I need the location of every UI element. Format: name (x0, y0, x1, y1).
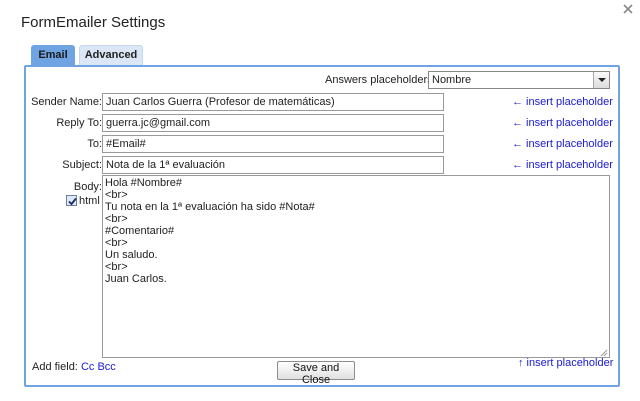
reply-to-label: Reply To: (56, 117, 102, 129)
checkmark-icon (68, 197, 77, 206)
email-settings-panel: Answers placeholders: Nombre Sender Name… (24, 65, 620, 387)
chevron-down-icon[interactable] (593, 72, 609, 88)
to-label: To: (87, 138, 102, 150)
resize-grip-icon[interactable] (600, 348, 608, 357)
body-line: Hola #Nombre# (105, 177, 183, 189)
body-line: <br> (105, 213, 128, 225)
insert-placeholder-reply-to-link[interactable]: ← insert placeholder (512, 117, 613, 129)
subject-input[interactable]: Nota de la 1ª evaluación (102, 156, 444, 174)
html-checkbox-label: html (79, 195, 100, 207)
placeholders-select[interactable]: Nombre (428, 71, 610, 89)
body-line: <br> (105, 237, 128, 249)
html-toggle[interactable]: html (66, 195, 100, 207)
placeholders-selected-value: Nombre (432, 74, 472, 86)
html-checkbox[interactable] (66, 195, 77, 206)
sender-name-input[interactable]: Juan Carlos Guerra (Profesor de matemáti… (102, 93, 444, 111)
body-line: Juan Carlos. (105, 273, 167, 285)
body-label: Body: (73, 181, 102, 193)
body-textarea[interactable]: Hola #Nombre# <br> Tu nota en la 1ª evalua… (102, 175, 610, 358)
dialog-title: FormEmailer Settings (21, 14, 166, 31)
insert-placeholder-to-link[interactable]: ← insert placeholder (512, 138, 613, 150)
close-icon[interactable] (621, 2, 635, 16)
sender-name-label: Sender Name: (31, 96, 102, 108)
to-input[interactable]: #Email# (102, 135, 444, 153)
add-field-row: Add field: Cc Bcc (32, 361, 116, 373)
insert-placeholder-body-link[interactable]: ↑ insert placeholder (518, 357, 613, 369)
subject-label: Subject: (62, 159, 102, 171)
save-and-close-button[interactable]: Save and Close (277, 361, 355, 386)
add-field-label: Add field: (32, 361, 78, 373)
body-line: Tu nota en la 1ª evaluación ha sido #Not… (105, 201, 315, 213)
insert-placeholder-sender-name-link[interactable]: ← insert placeholder (512, 96, 613, 108)
tab-advanced[interactable]: Advanced (79, 45, 143, 66)
add-bcc-link[interactable]: Bcc (97, 361, 115, 373)
placeholders-label: Answers placeholders: (325, 74, 436, 86)
body-line: Un saludo. (105, 249, 158, 261)
body-line: <br> (105, 261, 128, 273)
body-line: #Comentario# (105, 225, 175, 237)
reply-to-input[interactable]: guerra.jc@gmail.com (102, 114, 444, 132)
body-line: <br> (105, 189, 128, 201)
insert-placeholder-subject-link[interactable]: ← insert placeholder (512, 159, 613, 171)
tab-email[interactable]: Email (31, 45, 75, 66)
add-cc-link[interactable]: Cc (81, 361, 94, 373)
